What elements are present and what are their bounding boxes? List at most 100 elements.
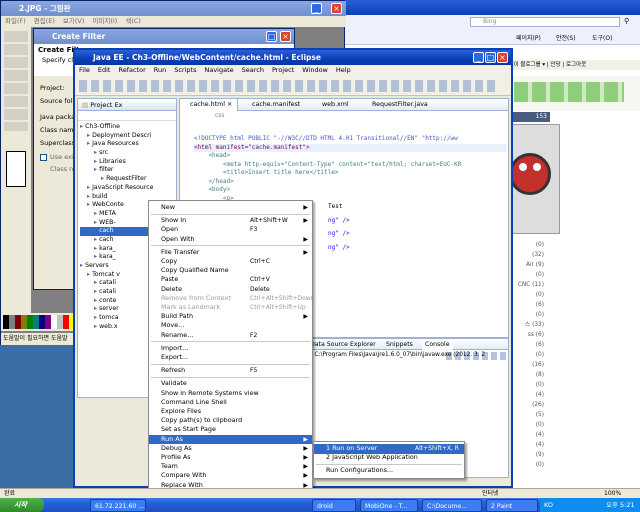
use-existing-checkbox[interactable] [40,154,47,161]
tree-item[interactable]: ▸ JavaScript Resource [80,184,176,193]
tab-cache-manifest[interactable]: cache.manifest [242,99,300,111]
category-count[interactable]: (26) [510,400,640,410]
menu-item[interactable]: 2 JavaScript Web Application [314,453,464,463]
create-filter-max-button[interactable]: □ [266,31,277,42]
start-button[interactable]: 시작 [0,498,44,512]
task-ie[interactable]: 61.72.221.60 ... [90,499,146,512]
menu-item[interactable]: Copy Ctrl+C [149,257,312,267]
eclipse-close-button[interactable]: × [497,52,508,63]
paint-menu-edit[interactable]: 편집(E) [30,17,59,25]
task-explorer[interactable]: C:\Docume... [422,499,482,512]
paint-menu-color[interactable]: 색(C) [121,17,145,25]
category-count[interactable]: CNC (11) [510,280,640,290]
menu-item[interactable]: Refresh F5 [149,366,312,376]
category-count[interactable]: (32) [510,250,640,260]
tree-item[interactable]: ▸ Libraries [80,158,176,167]
menu-item[interactable]: Import... [149,344,312,354]
menu-item[interactable]: Explore Files [149,407,312,417]
tree-item[interactable]: ▸ src [80,149,176,158]
menu-item[interactable]: Show in Remote Systems view [149,389,312,399]
create-filter-close-button[interactable]: × [280,31,291,42]
category-count[interactable]: (4) [510,440,640,450]
tree-item[interactable]: ▸ filter [80,166,176,175]
menu-item[interactable]: 1 Run on Server Alt+Shift+X, R [314,444,464,454]
menu-item[interactable]: Build Path ▶ [149,312,312,322]
menu-run[interactable]: Run [150,66,170,74]
tree-item[interactable]: ▸ Deployment Descri [80,132,176,141]
menu-item[interactable]: Copy Qualified Name [149,266,312,276]
blog-link-2[interactable]: | 안당 [547,62,561,68]
category-count[interactable]: (0) [510,310,640,320]
paint-menu-view[interactable]: 보기(V) [59,17,88,25]
category-count[interactable]: 스 (33) [510,320,640,330]
category-count[interactable]: (8) [510,370,640,380]
menu-item[interactable]: Delete Delete [149,285,312,295]
category-count[interactable]: (0) [510,240,640,250]
blog-link-3[interactable]: | 로그아웃 [562,62,586,68]
category-count[interactable]: (0) [510,270,640,280]
category-count[interactable]: (0) [510,290,640,300]
menu-item[interactable]: Show In Alt+Shift+W ▶ [149,216,312,226]
menu-item[interactable]: Command Line Shell [149,398,312,408]
tree-item[interactable]: ▸ RequestFilter [80,175,176,184]
menu-item[interactable]: Export... [149,353,312,363]
menu-item[interactable]: Compare With ▶ [149,471,312,481]
eclipse-minimize-button[interactable]: _ [473,52,484,63]
menu-item[interactable]: Set as Start Page [149,425,312,435]
menu-item[interactable]: Open With ▶ [149,235,312,245]
menu-item[interactable]: Run Configurations... [314,466,464,476]
blog-link-1[interactable]: | 이 블로그를 ▾ [510,62,545,68]
category-count[interactable]: (4) [510,430,640,440]
task-paint[interactable]: 2 Paint [486,499,538,512]
category-count[interactable]: (9) [510,450,640,460]
toolbar-tools[interactable]: 도구(O) [592,33,612,42]
menu-file[interactable]: File [75,66,94,74]
paint-menu-image[interactable]: 이미지(I) [88,17,121,25]
menu-item[interactable]: Open F3 [149,225,312,235]
tab-cache-html[interactable]: cache.html × [180,99,238,111]
tab-web-xml[interactable]: web.xml [312,99,349,111]
tree-item[interactable]: ▸ Ch3-Offline [80,123,176,132]
menu-refactor[interactable]: Refactor [114,66,149,74]
tab-snippets[interactable]: Snippets [386,339,413,350]
menu-search[interactable]: Search [238,66,268,74]
search-icon[interactable]: ⚲ [624,17,629,25]
menu-help[interactable]: Help [332,66,355,74]
menu-navigate[interactable]: Navigate [200,66,237,74]
category-count[interactable]: (6) [510,300,640,310]
menu-item[interactable]: Run As ▶ [149,434,312,445]
category-count[interactable]: (0) [510,420,640,430]
tab-console[interactable]: Console [422,339,453,350]
category-count[interactable]: ss (6) [510,330,640,340]
category-count[interactable]: (5) [510,410,640,420]
search-box[interactable]: Bing [470,17,620,27]
category-count[interactable]: (0) [510,350,640,360]
project-explorer-tab[interactable]: ▤ Project Ex [78,99,176,111]
menu-item[interactable]: Move... [149,321,312,331]
menu-edit[interactable]: Edit [94,66,115,74]
category-count[interactable]: Air (9) [510,260,640,270]
paint-close-button[interactable]: × [331,3,342,14]
menu-project[interactable]: Project [268,66,298,74]
task-mobione[interactable]: MobiOne - T... [360,499,418,512]
menu-item[interactable]: Paste Ctrl+V [149,275,312,285]
menu-item[interactable]: Rename... F2 [149,331,312,341]
code-editor[interactable]: <!DOCTYPE html PUBLIC "-//W3C//DTD HTML … [194,135,506,203]
menu-item[interactable]: New ▶ [149,203,312,213]
menu-item[interactable]: Validate [149,379,312,389]
tab-requestfilter[interactable]: RequestFilter.java [362,99,428,111]
eclipse-maximize-button[interactable]: □ [485,52,496,63]
tab-data-source[interactable]: Data Source Explorer [310,339,376,350]
category-count[interactable]: (4) [510,390,640,400]
menu-item[interactable]: Debug As ▶ [149,444,312,454]
menu-scripts[interactable]: Scripts [170,66,200,74]
menu-window[interactable]: Window [298,66,332,74]
paint-menu-file[interactable]: 파일(F) [1,17,30,25]
menu-item[interactable]: File Transfer ▶ [149,248,312,258]
menu-item[interactable]: Profile As ▶ [149,453,312,463]
tree-item[interactable]: ▸ Java Resources [80,140,176,149]
category-count[interactable]: (6) [510,340,640,350]
toolbar-page[interactable]: 페이지(P) [516,33,541,42]
lang-indicator[interactable]: KO [544,498,553,512]
menu-item[interactable]: Copy path(s) to clipboard [149,416,312,426]
